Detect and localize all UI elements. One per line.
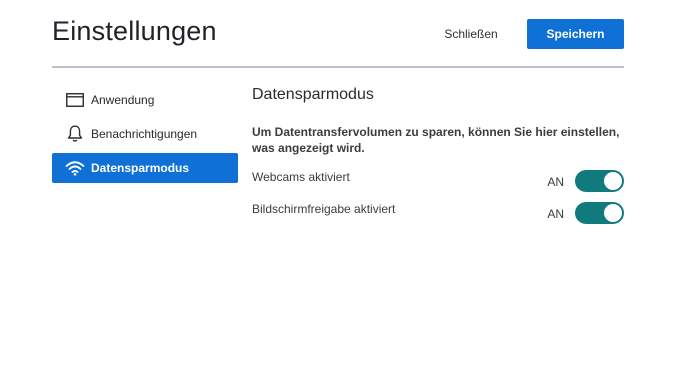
setting-label: Bildschirmfreigabe aktiviert (252, 202, 396, 216)
screenshare-toggle[interactable] (575, 202, 624, 224)
setting-state: AN (547, 175, 564, 189)
close-button[interactable]: Schließen (432, 19, 510, 49)
setting-state: AN (547, 207, 564, 221)
sidebar-item-benachrichtigungen[interactable]: Benachrichtigungen (52, 119, 238, 149)
wifi-icon (65, 159, 85, 177)
setting-row-webcams: Webcams aktiviert AN (252, 170, 624, 194)
sidebar-item-label: Anwendung (91, 93, 155, 107)
setting-label: Webcams aktiviert (252, 170, 350, 184)
section-title: Datensparmodus (252, 86, 374, 103)
bell-icon (65, 125, 85, 143)
save-button[interactable]: Speichern (527, 19, 624, 49)
window-icon (65, 91, 85, 109)
header-divider (52, 66, 624, 68)
toggle-knob (604, 204, 622, 222)
sidebar-item-label: Datensparmodus (91, 161, 190, 175)
section-description: Um Datentransfervolumen zu sparen, könne… (252, 125, 620, 155)
webcams-toggle[interactable] (575, 170, 624, 192)
page-title: Einstellungen (52, 16, 217, 46)
sidebar-item-label: Benachrichtigungen (91, 127, 198, 141)
sidebar-item-anwendung[interactable]: Anwendung (52, 85, 238, 115)
setting-row-bildschirmfreigabe: Bildschirmfreigabe aktiviert AN (252, 202, 624, 226)
toggle-knob (604, 172, 622, 190)
sidebar: Anwendung Benachrichtigungen Datensparmo… (52, 85, 238, 187)
sidebar-item-datensparmodus[interactable]: Datensparmodus (52, 153, 238, 183)
